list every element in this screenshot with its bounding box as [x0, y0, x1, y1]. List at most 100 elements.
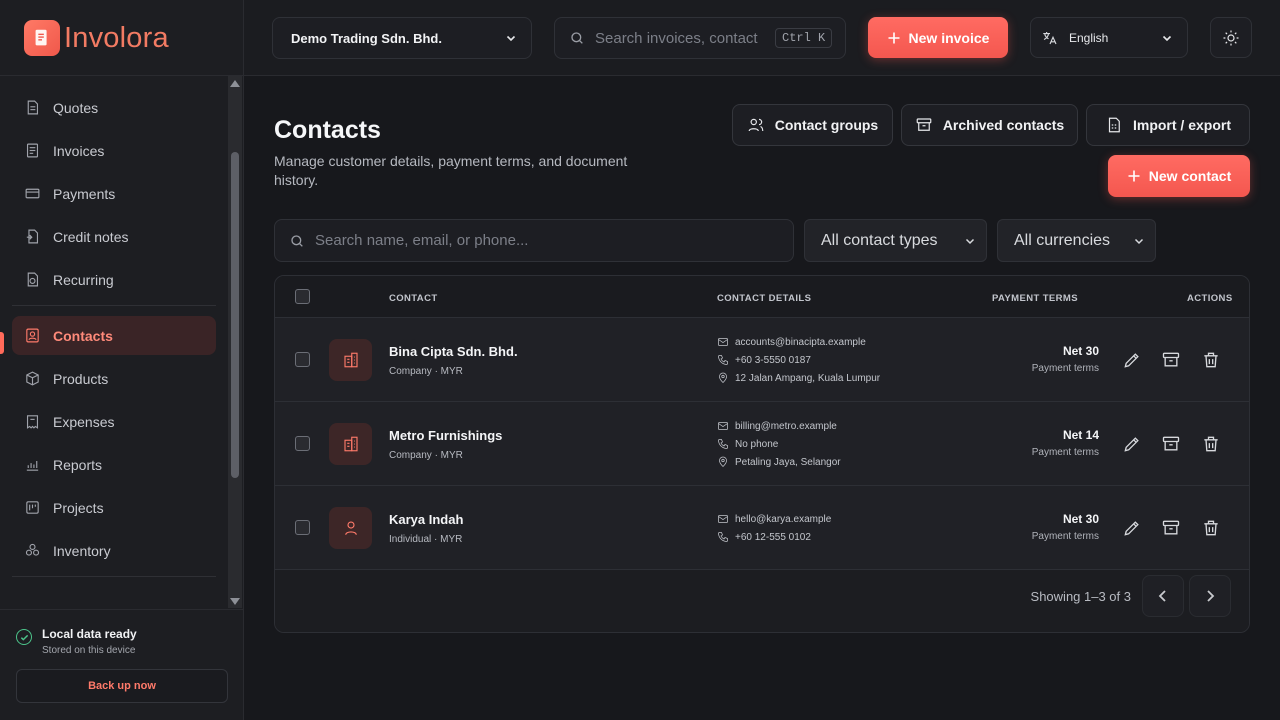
table-header: CONTACT CONTACT DETAILS PAYMENT TERMS AC…: [275, 276, 1249, 318]
organization-select[interactable]: Demo Trading Sdn. Bhd.: [272, 17, 532, 59]
sidebar-item-reports[interactable]: Reports: [12, 445, 216, 484]
contact-groups-label: Contact groups: [774, 117, 879, 133]
new-contact-button[interactable]: New contact: [1108, 155, 1250, 197]
brand-logo[interactable]: Involora: [24, 20, 169, 56]
scrollbar-thumb[interactable]: [231, 152, 239, 478]
table-row[interactable]: Karya Indah Individual · MYR hello@karya…: [275, 486, 1249, 570]
terms-value: Net 30: [1062, 344, 1099, 358]
sidebar-item-quotes[interactable]: Quotes: [12, 88, 216, 127]
edit-button[interactable]: [1121, 433, 1143, 455]
sidebar-item-credit-notes[interactable]: Credit notes: [12, 217, 216, 256]
import-export-button[interactable]: Import / export: [1086, 104, 1250, 146]
sidebar-item-label: Expenses: [53, 413, 115, 430]
header-actions: ACTIONS: [1187, 293, 1233, 304]
sidebar-item-projects[interactable]: Projects: [12, 488, 216, 527]
file-spreadsheet-icon: [1108, 117, 1120, 133]
translate-icon: [1043, 31, 1057, 44]
scroll-up-arrow-icon[interactable]: [230, 80, 240, 87]
status-subtitle: Stored on this device: [42, 645, 136, 656]
pencil-icon: [1124, 353, 1139, 368]
sidebar-item-contacts[interactable]: Contacts: [12, 316, 216, 355]
language-select[interactable]: English: [1030, 17, 1188, 58]
contact-name[interactable]: Bina Cipta Sdn. Bhd.: [389, 344, 518, 359]
contact-type-value: All contact types: [821, 231, 938, 249]
products-icon: [26, 371, 39, 386]
sidebar-item-payments[interactable]: Payments: [12, 174, 216, 213]
contact-address: Petaling Jaya, Selangor: [717, 456, 841, 468]
delete-button[interactable]: [1200, 433, 1222, 455]
header-contact: CONTACT: [389, 293, 438, 304]
phone-icon: [718, 532, 728, 542]
sidebar-item-label: Contacts: [53, 327, 113, 344]
currency-select[interactable]: All currencies: [997, 219, 1156, 262]
contact-name[interactable]: Karya Indah: [389, 512, 463, 527]
delete-button[interactable]: [1200, 349, 1222, 371]
archive-icon: [1162, 352, 1180, 367]
sidebar-item-invoices[interactable]: Invoices: [12, 131, 216, 170]
contact-name[interactable]: Metro Furnishings: [389, 428, 502, 443]
sidebar-item-expenses[interactable]: Expenses: [12, 402, 216, 441]
scroll-down-arrow-icon[interactable]: [230, 598, 240, 605]
chevron-down-icon: [1134, 238, 1144, 244]
contact-meta: Company · MYR: [389, 366, 463, 377]
sidebar-item-recurring[interactable]: Recurring: [12, 260, 216, 299]
edit-button[interactable]: [1121, 349, 1143, 371]
row-checkbox[interactable]: [295, 436, 310, 451]
archive-icon: [916, 118, 932, 131]
sidebar-item-label: Products: [53, 370, 109, 387]
archive-button[interactable]: [1160, 517, 1182, 539]
new-invoice-button[interactable]: New invoice: [868, 17, 1008, 58]
archive-button[interactable]: [1160, 433, 1182, 455]
page-title: Contacts: [274, 116, 381, 144]
pencil-icon: [1124, 521, 1139, 536]
select-all-checkbox[interactable]: [295, 289, 310, 304]
check-circle-icon: [16, 629, 32, 645]
contact-type-select[interactable]: All contact types: [804, 219, 987, 262]
contact-phone: +60 12-555 0102: [717, 531, 811, 543]
edit-button[interactable]: [1121, 517, 1143, 539]
delete-button[interactable]: [1200, 517, 1222, 539]
sidebar-item-label: Inventory: [53, 542, 111, 559]
sidebar-item-inventory[interactable]: Inventory: [12, 531, 216, 570]
sidebar-item-label: Payments: [53, 185, 116, 202]
contact-email: billing@metro.example: [717, 420, 837, 432]
sidebar-item-products[interactable]: Products: [12, 359, 216, 398]
currency-value: All currencies: [1014, 231, 1111, 249]
archive-button[interactable]: [1160, 349, 1182, 371]
contact-email: hello@karya.example: [717, 513, 831, 525]
back-up-button[interactable]: Back up now: [16, 669, 228, 703]
sun-icon: [1223, 30, 1239, 45]
table-row[interactable]: Bina Cipta Sdn. Bhd. Company · MYR accou…: [275, 318, 1249, 402]
sidebar: Involora Quotes Invoices Payments Credit…: [0, 0, 244, 720]
contact-search[interactable]: [274, 219, 794, 262]
local-data-status: Local data ready Stored on this device: [16, 627, 137, 656]
contact-phone: No phone: [717, 438, 778, 450]
trash-icon: [1204, 436, 1218, 452]
plus-icon: [1128, 170, 1140, 182]
row-checkbox[interactable]: [295, 352, 310, 367]
topbar: Demo Trading Sdn. Bhd. Ctrl K New invoic…: [244, 0, 1280, 76]
phone-icon: [718, 439, 728, 449]
new-invoice-label: New invoice: [908, 29, 990, 46]
contact-search-input[interactable]: [315, 232, 755, 249]
app: Involora Quotes Invoices Payments Credit…: [0, 0, 1280, 720]
theme-toggle-button[interactable]: [1210, 17, 1252, 58]
global-search[interactable]: Ctrl K: [554, 17, 846, 59]
address-text: Petaling Jaya, Selangor: [735, 456, 841, 468]
email-text: hello@karya.example: [735, 513, 832, 525]
global-search-input[interactable]: [595, 29, 765, 47]
map-pin-icon: [719, 372, 727, 384]
contact-groups-button[interactable]: Contact groups: [732, 104, 893, 146]
organization-name: Demo Trading Sdn. Bhd.: [291, 30, 442, 46]
chevron-down-icon: [965, 238, 975, 244]
contact-meta: Company · MYR: [389, 450, 463, 461]
company-avatar: [329, 423, 372, 465]
plus-icon: [888, 32, 900, 43]
row-checkbox[interactable]: [295, 520, 310, 535]
archived-contacts-button[interactable]: Archived contacts: [901, 104, 1078, 146]
next-page-button[interactable]: [1189, 575, 1231, 617]
previous-page-button[interactable]: [1142, 575, 1184, 617]
import-export-label: Import / export: [1132, 117, 1231, 133]
address-text: 12 Jalan Ampang, Kuala Lumpur: [735, 372, 881, 384]
table-row[interactable]: Metro Furnishings Company · MYR billing@…: [275, 402, 1249, 486]
